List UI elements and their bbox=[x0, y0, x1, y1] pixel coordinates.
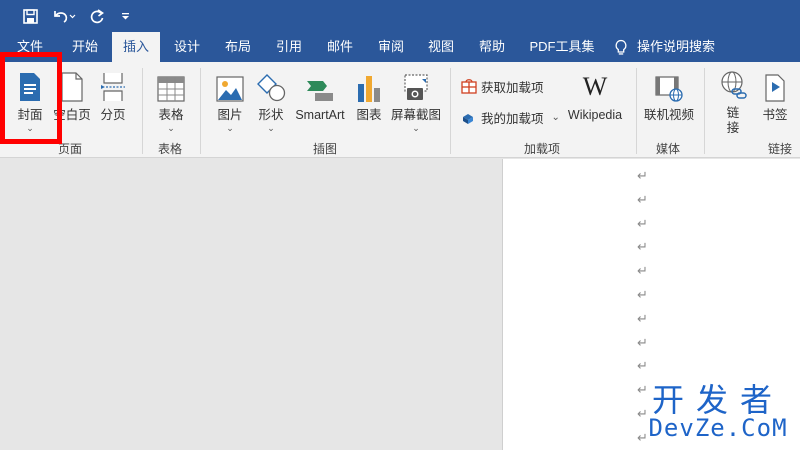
tab-pdf-tools[interactable]: PDF工具集 bbox=[522, 32, 602, 62]
group-divider bbox=[200, 68, 201, 154]
tab-layout[interactable]: 布局 bbox=[215, 32, 261, 62]
customize-quick-access-button[interactable] bbox=[119, 6, 131, 26]
picture-icon bbox=[216, 76, 244, 102]
wikipedia-button[interactable]: W Wikipedia bbox=[564, 68, 626, 136]
illustrations-group-label: 插图 bbox=[313, 142, 338, 156]
watermark: 开发者 DevZe.CoM bbox=[642, 382, 794, 444]
tab-design[interactable]: 设计 bbox=[164, 32, 210, 62]
wikipedia-label: Wikipedia bbox=[567, 108, 623, 122]
picture-button[interactable]: 图片 ⌄ bbox=[212, 68, 248, 136]
undo-button[interactable] bbox=[49, 6, 79, 26]
screenshot-button[interactable]: 屏幕截图 ⌄ bbox=[390, 68, 442, 136]
chevron-down-icon[interactable]: ⌄ bbox=[552, 112, 560, 123]
paragraph-mark: ↵ bbox=[637, 169, 648, 184]
tab-mailings[interactable]: 邮件 bbox=[317, 32, 363, 62]
paragraph-mark: ↵ bbox=[637, 359, 648, 375]
save-button[interactable] bbox=[20, 6, 40, 26]
lightbulb-icon bbox=[615, 39, 627, 55]
wikipedia-icon: W bbox=[582, 72, 608, 101]
group-divider bbox=[704, 68, 705, 154]
blank-page-icon bbox=[61, 72, 83, 102]
my-addins-label: 我的加载项 bbox=[481, 111, 544, 126]
tell-me-label: 操作说明搜索 bbox=[637, 39, 716, 54]
page-break-button[interactable]: 分页 bbox=[96, 68, 130, 136]
undo-icon bbox=[54, 11, 76, 23]
chevron-down-icon: ⌄ bbox=[167, 123, 175, 133]
chart-button[interactable]: 图表 bbox=[352, 68, 386, 136]
addin-icon bbox=[463, 114, 473, 124]
tab-insert[interactable]: 插入 bbox=[112, 32, 160, 62]
link-label: 链接 bbox=[726, 106, 740, 135]
links-group-label: 链接 bbox=[768, 142, 793, 156]
tables-group-label: 表格 bbox=[158, 142, 183, 156]
bookmark-icon bbox=[765, 74, 785, 102]
chevron-down-icon: ⌄ bbox=[267, 123, 275, 133]
shapes-icon bbox=[257, 74, 286, 102]
tab-review[interactable]: 审阅 bbox=[368, 32, 414, 62]
online-video-icon bbox=[655, 76, 683, 102]
paragraph-mark: ↵ bbox=[637, 311, 648, 327]
paragraph-mark: ↵ bbox=[637, 335, 648, 351]
paragraph-mark: ↵ bbox=[637, 240, 648, 256]
ribbon-insert: 封面 ⌄ 空白页 分页 页面 表格 ⌄ 表格 图片 ⌄ 形状 ⌄ SmartAr… bbox=[0, 62, 800, 158]
shapes-button[interactable]: 形状 ⌄ bbox=[252, 68, 290, 136]
get-addins-label: 获取加载项 bbox=[481, 80, 544, 95]
save-icon bbox=[22, 8, 38, 24]
store-icon bbox=[461, 79, 477, 94]
my-addins-button[interactable]: 我的加载项 ⌄ bbox=[461, 106, 560, 128]
shapes-label: 形状 bbox=[258, 108, 284, 122]
chart-icon bbox=[358, 76, 380, 102]
smartart-label: SmartArt bbox=[295, 108, 345, 122]
watermark-line2: DevZe.CoM bbox=[648, 414, 788, 442]
screenshot-icon bbox=[404, 74, 428, 100]
get-addins-button[interactable]: 获取加载项 bbox=[461, 75, 544, 97]
chevron-down-icon: ⌄ bbox=[226, 123, 234, 133]
redo-button[interactable] bbox=[88, 6, 106, 26]
online-video-label: 联机视频 bbox=[643, 108, 694, 122]
online-video-button[interactable]: 联机视频 bbox=[642, 68, 696, 136]
group-divider bbox=[142, 68, 143, 154]
picture-label: 图片 bbox=[217, 108, 243, 122]
table-button[interactable]: 表格 ⌄ bbox=[152, 68, 190, 136]
paragraph-mark: ↵ bbox=[637, 192, 648, 208]
tab-view[interactable]: 视图 bbox=[418, 32, 464, 62]
page-break-icon bbox=[101, 73, 125, 101]
chart-label: 图表 bbox=[356, 108, 382, 122]
customize-icon bbox=[121, 12, 129, 19]
bookmark-label: 书签 bbox=[762, 108, 788, 122]
tab-references[interactable]: 引用 bbox=[266, 32, 312, 62]
paragraph-mark: ↵ bbox=[637, 216, 648, 232]
bookmark-button[interactable]: 书签 bbox=[758, 68, 792, 136]
redo-icon bbox=[90, 8, 104, 23]
table-icon bbox=[157, 76, 185, 102]
group-divider bbox=[636, 68, 637, 154]
screenshot-label: 屏幕截图 bbox=[390, 108, 441, 122]
highlight-box bbox=[0, 52, 62, 144]
ribbon-tabs: 文件 开始 插入 设计 布局 引用 邮件 审阅 视图 帮助 PDF工具集 操作说… bbox=[0, 32, 800, 62]
link-icon bbox=[721, 71, 747, 99]
quick-access-toolbar bbox=[0, 0, 800, 32]
paragraph-mark: ↵ bbox=[637, 264, 648, 280]
tab-home[interactable]: 开始 bbox=[62, 32, 108, 62]
link-button[interactable]: 链接 bbox=[714, 68, 752, 136]
paragraph-mark: ↵ bbox=[637, 288, 648, 303]
smartart-button[interactable]: SmartArt bbox=[292, 68, 348, 136]
tell-me-search[interactable]: 操作说明搜索 bbox=[614, 32, 726, 62]
chevron-down-icon: ⌄ bbox=[412, 123, 420, 133]
addins-group-label: 加载项 bbox=[524, 142, 561, 156]
smartart-icon bbox=[307, 81, 333, 101]
group-divider bbox=[450, 68, 451, 154]
watermark-line1: 开发者 bbox=[651, 381, 784, 419]
page-break-label: 分页 bbox=[100, 108, 126, 122]
media-group-label: 媒体 bbox=[656, 142, 681, 156]
tab-help[interactable]: 帮助 bbox=[469, 32, 515, 62]
table-label: 表格 bbox=[158, 108, 184, 122]
